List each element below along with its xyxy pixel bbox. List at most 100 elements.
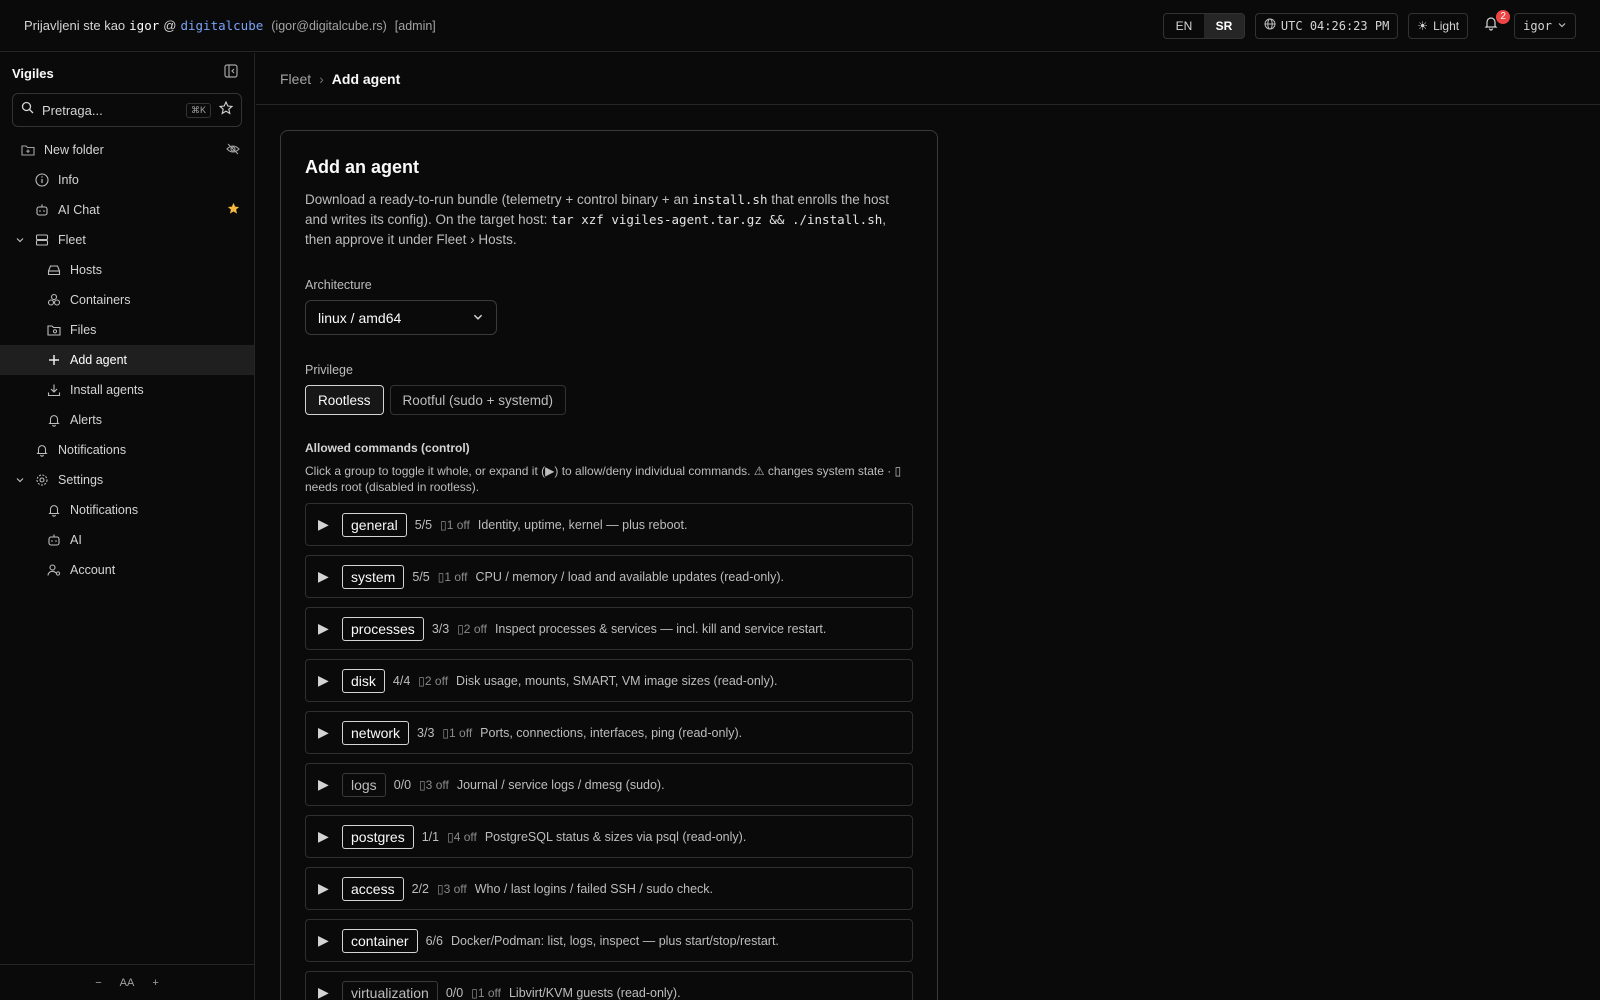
command-group-logs[interactable]: ▶ logs 0/0 ▯3 off Journal / service logs / d… <box>305 763 913 806</box>
sidebar-item-fleet[interactable]: Fleet <box>0 225 254 255</box>
command-group-disk[interactable]: ▶ disk 4/4 ▯2 off Disk usage, mounts, SMART,… <box>305 659 913 702</box>
search-input[interactable]: Pretraga... <box>42 103 178 118</box>
expand-triangle-icon[interactable]: ▶ <box>318 828 334 845</box>
sidebar-item-settings-notifications[interactable]: Notifications <box>0 495 254 525</box>
rootless-button[interactable]: Rootless <box>305 385 384 415</box>
expand-triangle-icon[interactable]: ▶ <box>318 932 334 949</box>
font-decrease-button[interactable]: − <box>95 977 101 989</box>
group-toggle-button[interactable]: access <box>342 876 404 901</box>
command-group-processes[interactable]: ▶ processes 3/3 ▯2 off Inspect processes & s… <box>305 607 913 650</box>
group-toggle-button[interactable]: processes <box>342 616 424 641</box>
group-toggle-button[interactable]: general <box>342 512 407 537</box>
eye-off-icon[interactable] <box>226 142 240 159</box>
group-toggle-button[interactable]: virtualization <box>342 980 438 1000</box>
group-toggle-button[interactable]: system <box>342 564 405 589</box>
group-toggle-button[interactable]: container <box>342 928 418 953</box>
sidebar-item-notifications[interactable]: Notifications <box>0 435 254 465</box>
sidebar-item-ai-chat[interactable]: AI Chat <box>0 195 254 225</box>
group-count: 1/1 <box>421 829 440 844</box>
expand-triangle-icon[interactable]: ▶ <box>318 984 334 1000</box>
sidebar-item-files[interactable]: Files <box>0 315 254 345</box>
architecture-label: Architecture <box>305 278 372 292</box>
sidebar-item-settings[interactable]: Settings <box>0 465 254 495</box>
desc-text-1: Download a ready-to-run bundle (telemetr… <box>305 192 693 207</box>
group-root-off-count: ▯1 off <box>437 569 468 584</box>
group-count: 2/2 <box>411 881 429 896</box>
bell-icon <box>46 502 62 518</box>
command-group-network[interactable]: ▶ network 3/3 ▯1 off Ports, connections, int… <box>305 711 913 754</box>
search-shortcut: ⌘K <box>185 102 211 118</box>
collapse-sidebar-icon[interactable] <box>224 63 238 83</box>
user-menu-button[interactable]: igor <box>1514 12 1576 39</box>
language-switch: EN SR <box>1162 12 1245 39</box>
sidebar-item-account[interactable]: Account <box>0 555 254 585</box>
boxes-icon <box>46 292 62 308</box>
expand-triangle-icon[interactable]: ▶ <box>318 620 334 637</box>
group-count: 4/4 <box>392 673 411 688</box>
sidebar-search[interactable]: Pretraga... ⌘K <box>12 93 242 127</box>
hard-drive-icon <box>46 262 62 278</box>
notifications-button[interactable]: 2 <box>1478 9 1511 39</box>
bot-icon <box>46 532 62 548</box>
sidebar-item-label: Containers <box>70 293 131 307</box>
server-icon <box>34 232 50 248</box>
user-cog-icon <box>46 562 62 578</box>
plus-icon <box>46 352 62 368</box>
command-group-container[interactable]: ▶ container 6/6 Docker/Podman: list, logs, … <box>305 919 913 962</box>
command-group-virtualization[interactable]: ▶ virtualization 0/0 ▯1 off Libvirt/KVM gues… <box>305 971 913 1000</box>
sidebar-item-label: Account <box>70 563 116 577</box>
group-description: Journal / service logs / dmesg (sudo). <box>456 777 665 792</box>
expand-triangle-icon[interactable]: ▶ <box>318 568 334 585</box>
group-description: Ports, connections, interfaces, ping (re… <box>480 725 743 740</box>
group-toggle-button[interactable]: disk <box>342 668 385 693</box>
command-group-access[interactable]: ▶ access 2/2 ▯3 off Who / last logins / fail… <box>305 867 913 910</box>
sidebar-item-install-agents[interactable]: Install agents <box>0 375 254 405</box>
group-root-off-count: ▯1 off <box>471 985 501 1000</box>
group-toggle-button[interactable]: logs <box>342 772 386 797</box>
sidebar-item-new-folder[interactable]: New folder <box>0 135 254 165</box>
expand-triangle-icon[interactable]: ▶ <box>318 724 334 741</box>
sidebar-item-label: Info <box>58 173 79 187</box>
expand-triangle-icon[interactable]: ▶ <box>318 672 334 689</box>
group-description: Libvirt/KVM guests (read-only). <box>508 985 681 1000</box>
sidebar-item-add-agent[interactable]: Add agent <box>0 345 254 375</box>
sidebar-item-containers[interactable]: Containers <box>0 285 254 315</box>
rootful-button[interactable]: Rootful (sudo + systemd) <box>389 385 566 415</box>
group-toggle-button[interactable]: postgres <box>342 824 414 849</box>
sidebar-item-label: Notifications <box>58 443 127 457</box>
group-count: 3/3 <box>431 621 450 636</box>
sidebar-item-alerts[interactable]: Alerts <box>0 405 254 435</box>
add-agent-card: Add an agent Download a ready-to-run bun… <box>280 130 938 1000</box>
clock-display[interactable]: UTC 04:26:23 PM <box>1254 12 1399 39</box>
breadcrumb-fleet[interactable]: Fleet <box>280 71 311 87</box>
sidebar-item-ai[interactable]: AI <box>0 525 254 555</box>
breadcrumb-separator: › <box>319 70 324 87</box>
group-description: Who / last logins / failed SSH / sudo ch… <box>474 881 714 896</box>
star-filled-icon[interactable] <box>227 202 240 218</box>
star-outline-icon[interactable] <box>218 100 234 120</box>
card-description: Download a ready-to-run bundle (telemetr… <box>305 190 915 250</box>
sidebar-item-label: Add agent <box>70 353 127 367</box>
command-group-system[interactable]: ▶ system 5/5 ▯1 off CPU / memory / load and … <box>305 555 913 598</box>
theme-toggle[interactable]: ☀ Light <box>1408 12 1469 39</box>
architecture-select[interactable]: linux / amd64 <box>305 300 497 335</box>
lang-sr-button[interactable]: SR <box>1203 13 1244 38</box>
group-root-off-count: ▯4 off <box>447 829 477 844</box>
expand-triangle-icon[interactable]: ▶ <box>318 516 334 533</box>
group-toggle-button[interactable]: network <box>342 720 410 745</box>
org-name[interactable]: digitalcube <box>180 18 263 33</box>
breadcrumb: Fleet › Add agent <box>256 53 1600 105</box>
expand-triangle-icon[interactable]: ▶ <box>318 776 334 793</box>
sidebar-item-hosts[interactable]: Hosts <box>0 255 254 285</box>
lang-en-button[interactable]: EN <box>1164 14 1204 38</box>
group-description: Disk usage, mounts, SMART, VM image size… <box>456 673 778 688</box>
sidebar-item-info[interactable]: Info <box>0 165 254 195</box>
sidebar-item-label: Notifications <box>70 503 139 517</box>
command-group-general[interactable]: ▶ general 5/5 ▯1 off Identity, uptime, kerne… <box>305 503 913 546</box>
command-group-postgres[interactable]: ▶ postgres 1/1 ▯4 off PostgreSQL status & si… <box>305 815 913 858</box>
expand-triangle-icon[interactable]: ▶ <box>318 880 334 897</box>
font-increase-button[interactable]: + <box>152 977 158 989</box>
allowed-commands-title: Allowed commands (control) <box>305 441 470 455</box>
sidebar-item-label: AI Chat <box>58 203 100 217</box>
install-command-code: tar xzf vigiles-agent.tar.gz && ./instal… <box>551 212 883 227</box>
